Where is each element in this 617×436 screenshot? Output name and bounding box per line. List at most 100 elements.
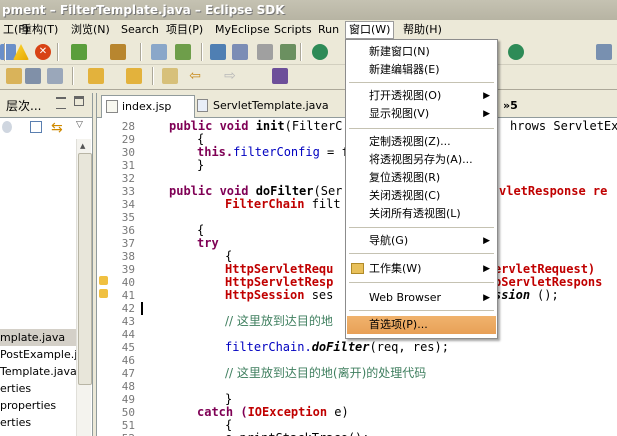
menu-item-close-perspective[interactable]: 关闭透视图(C) [347,187,496,205]
menu-item-label: 首选项(P)... [369,318,428,331]
view-menu-icon[interactable]: ▽ [76,120,83,130]
collapse-all-icon[interactable] [30,121,42,133]
tab-label: index.jsp [122,100,172,113]
scroll-up-icon[interactable]: ▲ [80,142,85,150]
open-perspective-icon[interactable] [596,44,612,60]
menu-item-new-editor[interactable]: 新建编辑器(E) [347,61,496,79]
left-view-tabs: 层次... [0,93,92,118]
menu-item-navigation[interactable]: 导航(G) ▶ [347,232,496,250]
menu-separator [349,253,494,254]
new-file-icon[interactable] [257,44,273,60]
hierarchy-icon[interactable] [47,68,63,84]
secondary-toolbar: ⇦ ⇨ [0,64,617,90]
code-token: doFilter [255,184,314,198]
server-icon[interactable] [210,44,226,60]
code-token: public void [169,119,256,133]
forward-icon[interactable]: ⇨ [222,68,238,84]
line-number: 37 [121,237,135,250]
menu-item-show-view[interactable]: 显示视图(V) ▶ [347,105,496,123]
menu-item-close-all-perspectives[interactable]: 关闭所有透视图(L) [347,205,496,223]
puzzle-icon[interactable] [71,44,87,60]
deploy-icon[interactable] [175,44,191,60]
text-cursor [141,302,143,315]
code-line: { [225,418,233,432]
scrollbar-thumb[interactable] [78,153,92,385]
package-icon[interactable] [110,44,126,60]
pin-editor-icon[interactable] [272,68,288,84]
menu-refactor[interactable]: 重构(T) [18,22,61,38]
menu-item-web-browser[interactable]: Web Browser ▶ [347,289,496,307]
menu-separator [349,82,494,83]
code-token: HttpServletResp [225,275,334,289]
run-icon[interactable] [312,44,328,60]
main-toolbar: ✕ [0,40,617,65]
code-line: this.filterConfig = f [197,146,349,159]
next-annotation-icon[interactable] [88,68,104,84]
maximize-icon[interactable] [74,96,84,106]
previous-annotation-icon[interactable] [126,68,142,84]
back-icon[interactable] [2,121,12,133]
menu-item-label: 新建窗口(N) [369,45,430,58]
toolbar-separator [152,67,154,85]
line-number: 44 [121,328,135,341]
new-wizard-icon[interactable] [280,44,296,60]
minimize-icon[interactable] [56,97,66,109]
menu-item-label: Web Browser [369,291,442,304]
code-token: FilterChain [225,197,305,211]
browser-icon[interactable] [232,44,248,60]
code-token: e) [327,405,349,419]
folder-icon [351,263,364,274]
submenu-arrow-icon: ▶ [483,91,490,101]
menu-run[interactable]: Run [315,22,342,38]
vertical-scrollbar[interactable]: ▲ [76,139,92,436]
tool-icon[interactable] [0,44,16,60]
line-number: 29 [121,133,135,146]
menu-navigate[interactable]: 浏览(N) [68,22,113,38]
tab-index-jsp[interactable]: index.jsp [101,95,195,118]
tree-item[interactable]: erties [0,414,76,431]
menu-item-new-window[interactable]: 新建窗口(N) [347,43,496,61]
tab-hierarchy[interactable]: 层次... [6,97,41,114]
menu-myeclipse[interactable]: MyEclipse [212,22,273,38]
menu-scripts[interactable]: Scripts [271,22,315,38]
warning-marker-icon[interactable] [99,276,108,285]
code-token: HttpServletRequ [225,262,334,276]
code-token: ses [304,288,334,302]
tree-item[interactable]: Template.java [0,363,76,380]
back-icon[interactable]: ⇦ [187,68,203,84]
line-number: 47 [121,367,135,380]
menu-item-customize-perspective[interactable]: 定制透视图(Z)... [347,133,496,151]
tree-item[interactable]: properties [0,397,76,414]
menu-item-working-sets[interactable]: 工作集(W) ▶ [347,260,496,278]
outline-icon[interactable] [25,68,41,84]
menu-project[interactable]: 项目(P) [163,22,206,38]
menu-help[interactable]: 帮助(H) [400,22,445,38]
toolbar-separator [4,43,6,61]
menu-item-label: 新建编辑器(E) [369,63,440,76]
pencil-icon[interactable] [6,68,22,84]
menu-search[interactable]: Search [118,22,162,38]
menu-item-reset-perspective[interactable]: 复位透视图(R) [347,169,496,187]
more-tabs-button[interactable]: »5 [497,95,524,117]
tree-item[interactable]: erties [0,380,76,397]
link-editor-icon[interactable]: ⇆ [51,120,63,136]
last-edit-icon[interactable] [162,68,178,84]
run-external-icon[interactable] [508,44,524,60]
error-icon[interactable]: ✕ [35,44,51,60]
menu-item-save-perspective-as[interactable]: 将透视图另存为(A)... [347,151,496,169]
menu-item-preferences[interactable]: 首选项(P)... [347,316,496,334]
menu-item-label: 定制透视图(Z)... [369,135,451,148]
debug-icon[interactable] [151,44,167,60]
code-token: (req, res); [369,340,449,354]
menu-window[interactable]: 窗口(W) [345,21,395,39]
tree-item[interactable]: PostExample.ja [0,346,76,363]
tab-servlet-template[interactable]: ServletTemplate.java [193,95,335,117]
code-token: public void [169,184,256,198]
code-line: catch (IOException e) [197,406,349,419]
menu-item-label: 复位透视图(R) [369,171,441,184]
line-number: 31 [121,159,135,172]
line-number: 28 [121,120,135,133]
menu-item-open-perspective[interactable]: 打开透视图(O) ▶ [347,87,496,105]
warning-marker-icon[interactable] [99,289,108,298]
tree-item[interactable]: mplate.java [0,329,76,346]
